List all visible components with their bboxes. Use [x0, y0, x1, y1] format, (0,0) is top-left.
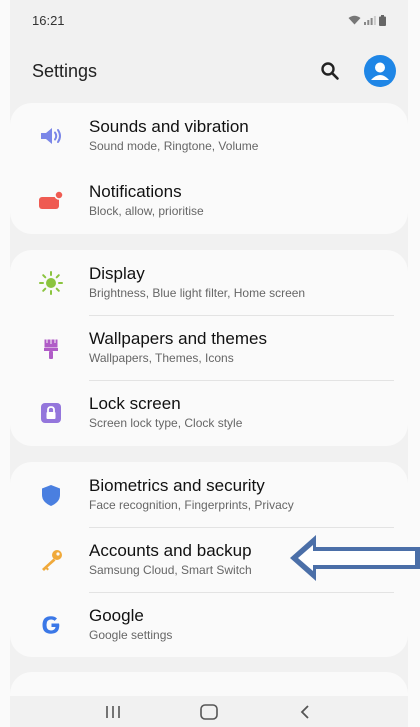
google-icon — [42, 615, 60, 634]
home-icon — [200, 703, 218, 720]
recent-apps-icon — [106, 705, 120, 718]
back-button[interactable] — [285, 699, 325, 725]
paintbrush-icon — [43, 338, 59, 359]
status-bar: 16:21 — [10, 0, 408, 40]
item-title: Notifications — [89, 182, 182, 201]
item-title: Display — [89, 264, 145, 283]
settings-item-lock-screen[interactable]: Lock screen Screen lock type, Clock styl… — [10, 380, 408, 445]
key-icon — [42, 549, 62, 571]
settings-item-google[interactable]: Google Google settings — [10, 592, 408, 657]
item-title: Biometrics and security — [89, 476, 265, 495]
battery-icon — [379, 14, 386, 26]
annotation-arrow-icon — [290, 535, 420, 581]
recent-apps-button[interactable] — [93, 699, 133, 725]
notification-badge-icon — [39, 189, 64, 209]
item-title: Lock screen — [89, 394, 181, 413]
item-subtitle: Screen lock type, Clock style — [89, 416, 243, 430]
settings-item-sounds-and-vibration[interactable]: Sounds and vibration Sound mode, Rington… — [10, 103, 408, 168]
lock-icon — [41, 402, 61, 423]
signal-icon — [364, 16, 376, 25]
item-subtitle: Google settings — [89, 628, 173, 642]
item-subtitle: Brightness, Blue light filter, Home scre… — [89, 286, 306, 300]
search-icon — [321, 62, 339, 80]
avatar-icon — [364, 55, 396, 87]
status-icons — [348, 14, 386, 26]
settings-item-wallpapers-and-themes[interactable]: Wallpapers and themes Wallpapers, Themes… — [10, 315, 408, 380]
item-title: Sounds and vibration — [89, 117, 249, 136]
item-subtitle: Face recognition, Fingerprints, Privacy — [89, 498, 294, 512]
screen-frame-right — [408, 0, 420, 727]
item-title: Wallpapers and themes — [89, 329, 267, 348]
back-icon — [300, 704, 309, 719]
settings-group-2: Display Brightness, Blue light filter, H… — [10, 250, 408, 446]
settings-item-display[interactable]: Display Brightness, Blue light filter, H… — [10, 250, 408, 315]
navigation-bar — [10, 696, 408, 727]
home-button[interactable] — [189, 699, 229, 725]
search-button[interactable] — [314, 55, 346, 87]
wifi-icon — [348, 15, 361, 25]
profile-button[interactable] — [364, 55, 396, 87]
item-subtitle: Block, allow, prioritise — [89, 204, 204, 218]
settings-group-1: Sounds and vibration Sound mode, Rington… — [10, 103, 408, 234]
speaker-icon — [41, 127, 61, 144]
item-subtitle: Sound mode, Ringtone, Volume — [89, 139, 259, 153]
page-title: Settings — [32, 60, 98, 81]
item-subtitle: Wallpapers, Themes, Icons — [89, 351, 234, 365]
settings-item-notifications[interactable]: Notifications Block, allow, prioritise — [10, 168, 408, 233]
header: Settings — [10, 40, 408, 102]
sun-icon — [39, 270, 63, 295]
screen-frame-left — [0, 0, 10, 727]
settings-item-biometrics-and-security[interactable]: Biometrics and security Face recognition… — [10, 462, 408, 527]
item-title: Google — [89, 606, 144, 625]
settings-group-4-partial — [10, 672, 408, 696]
status-time: 16:21 — [32, 12, 65, 28]
shield-icon — [42, 484, 60, 506]
